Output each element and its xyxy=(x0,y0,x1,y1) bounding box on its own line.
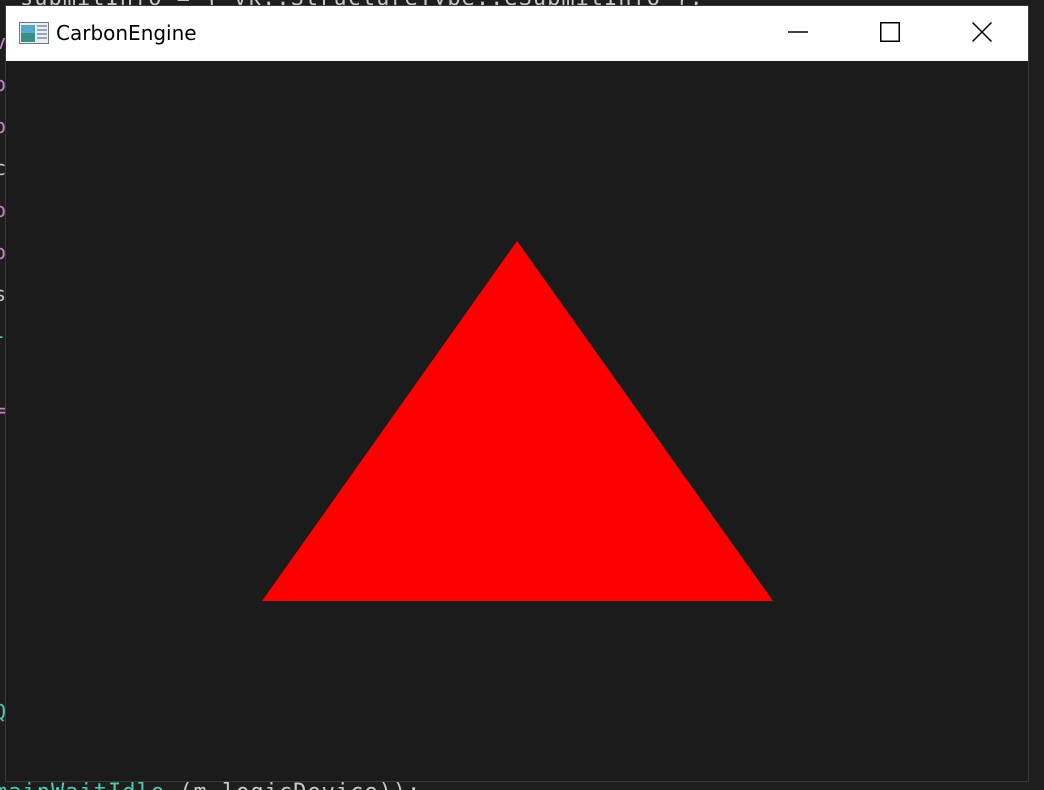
window-title: CarbonEngine xyxy=(56,21,197,45)
minimize-icon xyxy=(788,22,808,46)
title-bar[interactable]: CarbonEngine xyxy=(6,6,1028,61)
carbonengine-window[interactable]: CarbonEngine xyxy=(5,5,1029,782)
close-icon xyxy=(971,21,993,46)
red-triangle xyxy=(262,241,773,601)
application-window-icon[interactable] xyxy=(19,22,49,44)
render-viewport[interactable] xyxy=(6,61,1028,781)
maximize-icon xyxy=(880,21,900,46)
render-canvas xyxy=(262,241,773,601)
maximize-button[interactable] xyxy=(844,6,936,61)
minimize-button[interactable] xyxy=(752,6,844,61)
close-button[interactable] xyxy=(936,6,1028,61)
